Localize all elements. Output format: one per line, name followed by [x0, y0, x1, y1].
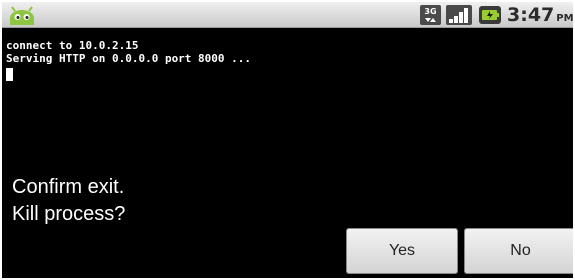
yes-button[interactable]: Yes	[346, 228, 458, 274]
clock-ampm: PM	[556, 13, 573, 24]
network-3g-icon: 3G	[420, 5, 441, 25]
clock-time: 3:47	[507, 4, 555, 26]
confirm-line-2: Kill process?	[12, 203, 126, 225]
terminal-cursor	[6, 68, 13, 81]
terminal-line: Serving HTTP on 0.0.0.0 port 8000 ...	[6, 52, 252, 65]
terminal-line: connect to 10.0.2.15	[6, 39, 139, 52]
status-bar: 3G 3:47 PM	[2, 2, 573, 28]
battery-charging-icon	[479, 6, 501, 24]
screen: 3G 3:47 PM connect to 10.0.2.15 Serving …	[2, 2, 573, 278]
network-type-label: 3G	[424, 7, 436, 16]
terminal-output: connect to 10.0.2.15 Serving HTTP on 0.0…	[6, 39, 566, 65]
status-clock: 3:47 PM	[507, 4, 573, 26]
android-robot-icon[interactable]	[8, 6, 36, 26]
confirm-line-1: Confirm exit.	[12, 176, 125, 198]
no-button[interactable]: No	[464, 228, 573, 274]
confirm-exit-message: Confirm exit. Kill process?	[12, 174, 312, 228]
signal-bars-icon	[446, 5, 472, 25]
